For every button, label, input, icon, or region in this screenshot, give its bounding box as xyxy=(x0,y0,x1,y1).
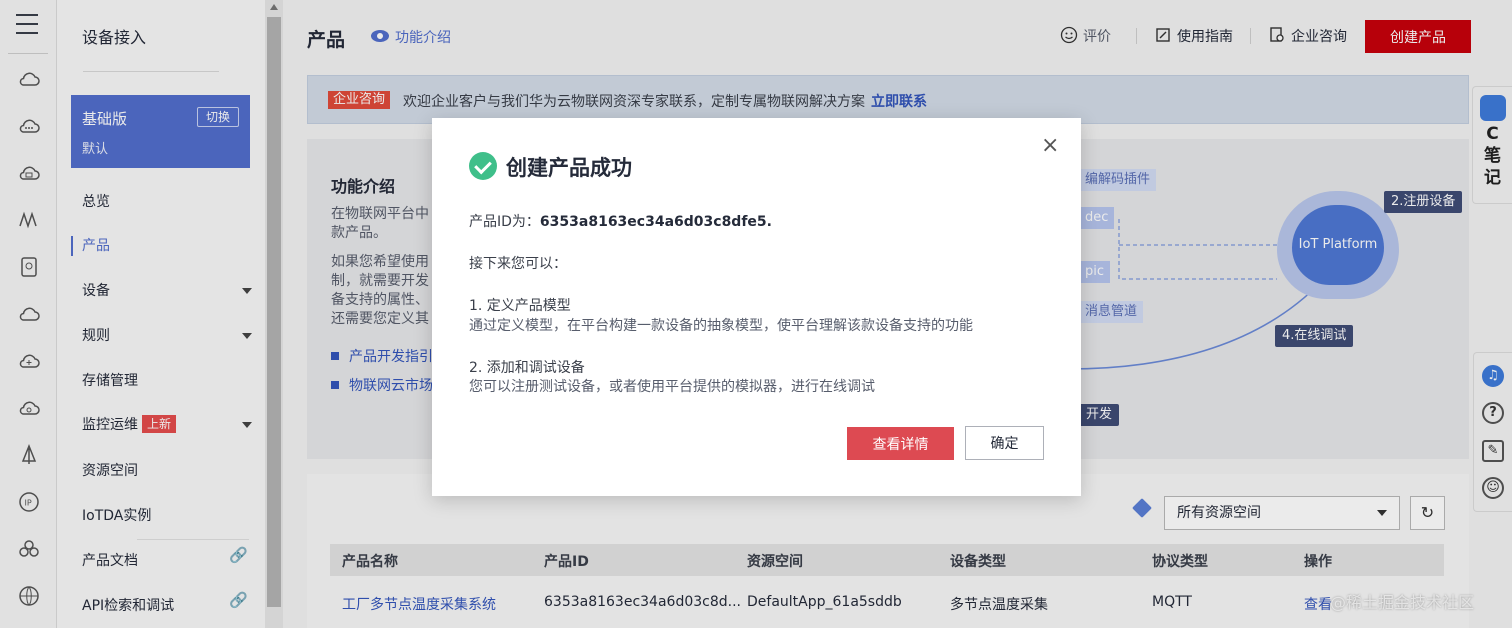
close-icon[interactable]: × xyxy=(1041,135,1059,157)
confirm-button[interactable]: 确定 xyxy=(965,426,1044,460)
create-success-dialog: × 创建产品成功 产品ID为：6353a8163ec34a6d03c8dfe5.… xyxy=(432,118,1081,496)
step2-desc: 您可以注册测试设备，或者使用平台提供的模拟器，进行在线调试 xyxy=(469,379,875,395)
product-id-label: 产品ID为： xyxy=(469,214,540,230)
step1-desc: 通过定义模型，在平台构建一款设备的抽象模型，使平台理解该款设备支持的功能 xyxy=(469,318,973,334)
step2-title: 2. 添加和调试设备 xyxy=(469,360,585,376)
product-id-value: 6353a8163ec34a6d03c8dfe5. xyxy=(539,214,772,230)
success-check-icon xyxy=(469,152,497,180)
product-id-line: 产品ID为：6353a8163ec34a6d03c8dfe5. xyxy=(469,211,772,231)
dialog-title: 创建产品成功 xyxy=(506,156,632,180)
view-details-button[interactable]: 查看详情 xyxy=(847,427,954,460)
next-steps-label: 接下来您可以： xyxy=(469,256,567,272)
step1-title: 1. 定义产品模型 xyxy=(469,298,571,314)
